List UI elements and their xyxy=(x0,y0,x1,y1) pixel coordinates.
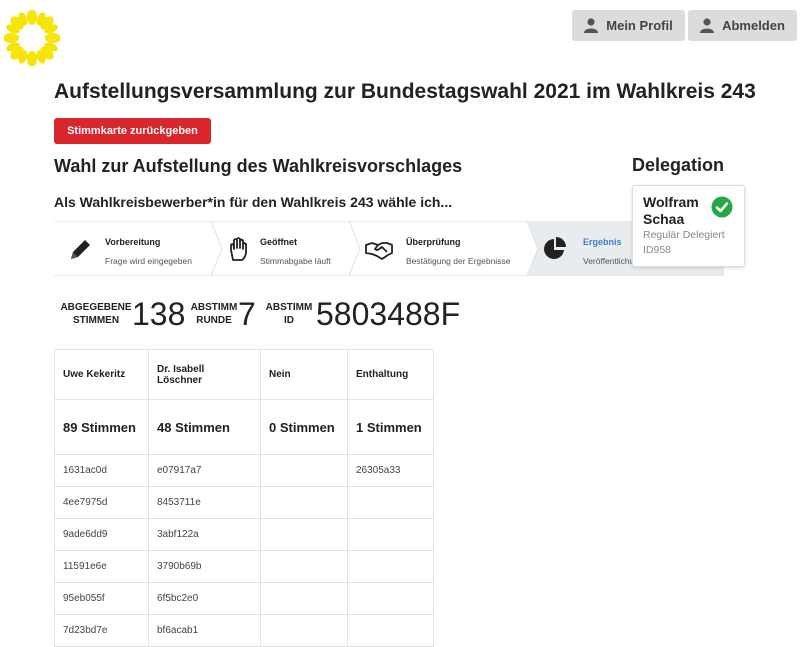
step-preparation: Vorbereitung Frage wird eingegeben xyxy=(54,221,212,276)
sunflower-logo xyxy=(4,10,60,66)
step-separator xyxy=(527,221,539,276)
step-title: Geöffnet xyxy=(260,237,297,247)
logout-button[interactable]: Abmelden xyxy=(688,10,797,41)
table-cell xyxy=(260,550,348,583)
stat-label-line: RUNDE xyxy=(196,315,232,326)
total-cell: 0 Stimmen xyxy=(260,399,348,455)
table-cell: bf6acab1 xyxy=(148,614,261,647)
step-open: Geöffnet Stimmabgabe läuft xyxy=(212,221,350,276)
user-icon xyxy=(700,18,715,33)
step-separator xyxy=(211,221,223,276)
table-row: 9ade6dd9 3abf122a xyxy=(54,518,434,551)
table-cell: 8453711e xyxy=(148,486,261,519)
stat-label-line: ABSTIMM xyxy=(190,302,238,313)
step-subtitle: Frage wird eingegeben xyxy=(105,256,192,266)
table-cell xyxy=(260,582,348,615)
column-header: Nein xyxy=(260,349,348,400)
table-cell: 3790b69b xyxy=(148,550,261,583)
handshake-icon xyxy=(365,242,393,260)
total-cell: 89 Stimmen xyxy=(54,399,149,455)
table-cell: 9ade6dd9 xyxy=(54,518,149,551)
table-cell xyxy=(260,614,348,647)
step-separator xyxy=(349,221,361,276)
stat-label-line: ID xyxy=(284,315,294,326)
page-title: Aufstellungsversammlung zur Bundestagswa… xyxy=(54,80,756,103)
table-cell xyxy=(347,614,434,647)
election-title: Wahl zur Aufstellung des Wahlkreisvorsch… xyxy=(54,156,463,176)
table-cell: 3abf122a xyxy=(148,518,261,551)
column-header: Dr. Isabell Löschner xyxy=(148,349,261,400)
table-cell xyxy=(347,582,434,615)
column-header: Enthaltung xyxy=(347,349,434,400)
voting-id-label: ABSTIMM ID xyxy=(263,301,315,327)
table-cell: e07917a7 xyxy=(148,454,261,487)
table-cell xyxy=(347,486,434,519)
column-header: Uwe Kekeritz xyxy=(54,349,149,400)
results-table: Uwe Kekeritz Dr. Isabell Löschner Nein E… xyxy=(54,349,434,647)
stat-label-line: STIMMEN xyxy=(72,315,120,326)
votes-cast-label: ABGEGEBENE STIMMEN xyxy=(60,301,132,327)
table-row: 95eb055f 6f5bc2e0 xyxy=(54,582,434,615)
profile-button-label: Mein Profil xyxy=(606,18,673,33)
table-cell xyxy=(260,518,348,551)
status-stepper: Vorbereitung Frage wird eingegeben Geöff… xyxy=(54,221,724,276)
voting-round-label: ABSTIMM RUNDE xyxy=(189,301,239,327)
total-cell: 1 Stimmen xyxy=(347,399,434,455)
user-icon xyxy=(584,18,599,33)
votes-cast-value: 138 xyxy=(132,296,186,332)
delegate-last-name: Schaa xyxy=(643,211,685,227)
table-cell: 1631ac0d xyxy=(54,454,149,487)
totals-row: 89 Stimmen 48 Stimmen 0 Stimmen 1 Stimme… xyxy=(54,399,434,455)
voting-round-value: 7 xyxy=(238,296,256,332)
table-cell: 4ee7975d xyxy=(54,486,149,519)
pie-chart-icon xyxy=(544,237,566,259)
table-row: 1631ac0d e07917a7 26305a33 xyxy=(54,454,434,487)
step-subtitle: Stimmabgabe läuft xyxy=(260,256,331,266)
table-cell: 6f5bc2e0 xyxy=(148,582,261,615)
table-header-row: Uwe Kekeritz Dr. Isabell Löschner Nein E… xyxy=(54,349,434,400)
table-cell xyxy=(260,486,348,519)
delegation-title: Delegation xyxy=(632,155,725,175)
profile-button[interactable]: Mein Profil xyxy=(572,10,685,41)
return-ballot-button[interactable]: Stimmkarte zurückgeben xyxy=(54,118,211,144)
table-cell: 95eb055f xyxy=(54,582,149,615)
table-cell xyxy=(347,550,434,583)
step-review: Überprüfung Bestätigung der Ergebnisse xyxy=(350,221,528,276)
table-cell: 11591e6e xyxy=(54,550,149,583)
step-title: Überprüfung xyxy=(406,237,461,247)
table-cell xyxy=(260,454,348,487)
delegate-first-name: Wolfram xyxy=(643,194,699,210)
delegate-id: ID958 xyxy=(643,244,672,256)
pencil-icon xyxy=(71,240,90,259)
table-cell: 26305a33 xyxy=(347,454,434,487)
voting-id-value: 5803488F xyxy=(316,296,461,332)
delegate-role: Regulär Delegiert xyxy=(643,229,725,241)
step-subtitle: Bestätigung der Ergebnisse xyxy=(406,256,511,266)
step-title: Ergebnis xyxy=(583,237,622,247)
table-row: 11591e6e 3790b69b xyxy=(54,550,434,583)
election-question: Als Wahlkreisbewerber*in für den Wahlkre… xyxy=(54,194,453,210)
check-circle-icon xyxy=(711,196,733,218)
logout-button-label: Abmelden xyxy=(722,18,785,33)
stat-label-line: ABGEGEBENE xyxy=(60,302,132,313)
delegate-name: Wolfram Schaa xyxy=(643,194,699,228)
table-cell xyxy=(347,518,434,551)
table-row: 4ee7975d 8453711e xyxy=(54,486,434,519)
step-title: Vorbereitung xyxy=(105,237,161,247)
total-cell: 48 Stimmen xyxy=(148,399,261,455)
delegate-card: Wolfram Schaa Regulär Delegiert ID958 xyxy=(632,185,745,267)
hand-icon xyxy=(230,237,247,261)
table-cell: 7d23bd7e xyxy=(54,614,149,647)
stat-label-line: ABSTIMM xyxy=(265,302,313,313)
table-row: 7d23bd7e bf6acab1 xyxy=(54,614,434,647)
